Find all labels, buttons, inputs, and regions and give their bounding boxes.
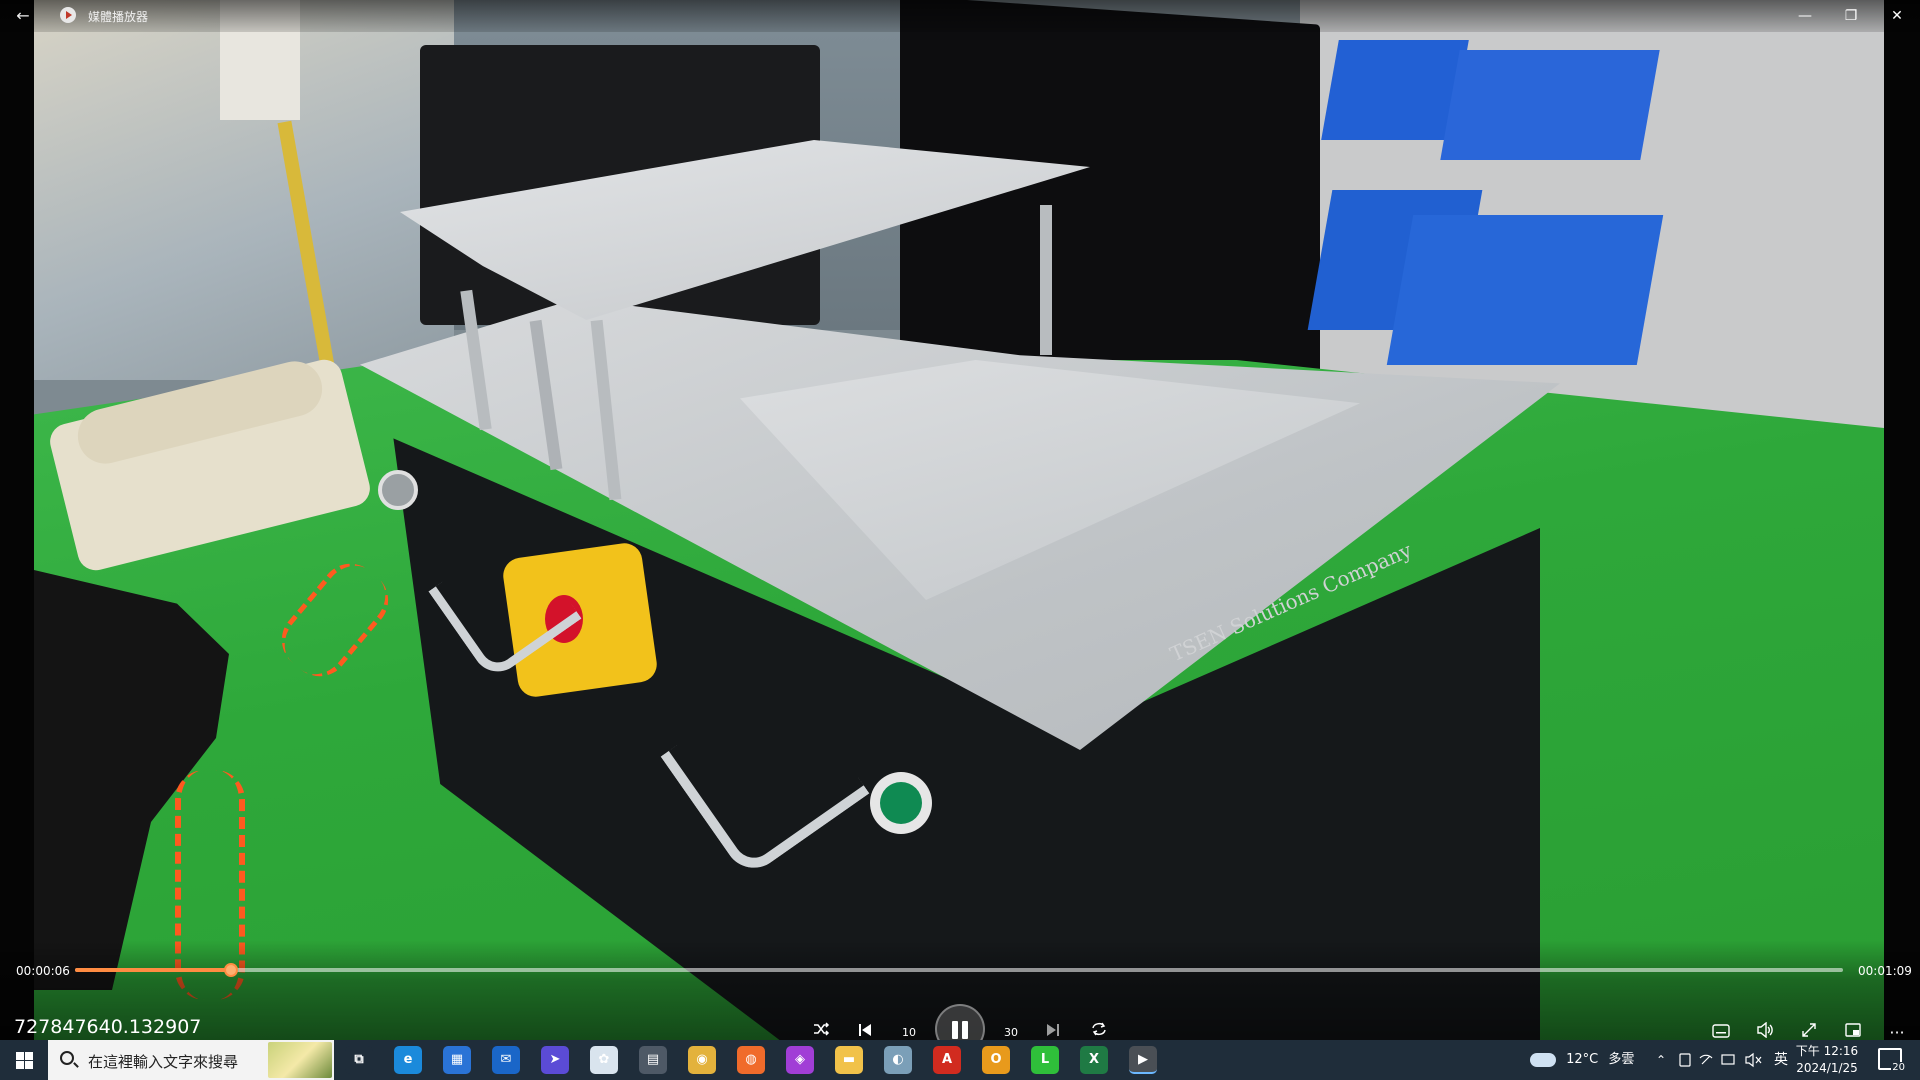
line-icon[interactable]: L xyxy=(1031,1046,1059,1074)
seek-bar-thumb[interactable] xyxy=(223,963,238,977)
store-icon[interactable]: ▦ xyxy=(443,1046,471,1074)
windows-logo-icon-part xyxy=(16,1061,24,1069)
green-start-button xyxy=(880,782,922,824)
file-explorer-icon[interactable]: ▬ xyxy=(835,1046,863,1074)
acrobat-icon[interactable]: A xyxy=(933,1046,961,1074)
windows-logo-icon xyxy=(16,1052,24,1060)
edge-icon[interactable]: e xyxy=(394,1046,422,1074)
tray-icons xyxy=(1678,1040,1768,1080)
weather-widget[interactable]: 12°C 多雲 xyxy=(1530,1040,1634,1080)
excel-icon[interactable]: X xyxy=(1080,1046,1108,1074)
back-button[interactable]: ← xyxy=(10,5,36,27)
guide-post xyxy=(1040,205,1052,355)
taskbar-search-box[interactable]: 在這裡輸入文字來搜尋 xyxy=(48,1040,334,1080)
blue-bin-2 xyxy=(1440,50,1660,160)
firefox-icon[interactable]: ◍ xyxy=(737,1046,765,1074)
mail-icon[interactable]: ✉ xyxy=(492,1046,520,1074)
total-duration: 00:01:09 xyxy=(1858,964,1912,978)
clock-date: 2024/1/25 xyxy=(1796,1061,1858,1075)
clock-time: 下午 12:16 xyxy=(1795,1044,1859,1058)
show-hidden-icons[interactable]: ⌃ xyxy=(1656,1040,1666,1080)
pause-icon-bar xyxy=(962,1021,968,1039)
search-icon xyxy=(60,1051,74,1065)
cloud-icon xyxy=(1530,1052,1556,1067)
search-highlight-image xyxy=(268,1042,332,1078)
start-button[interactable] xyxy=(0,1040,48,1080)
media-player-app-icon xyxy=(60,7,76,23)
blue-bin-4 xyxy=(1386,215,1664,365)
weather-temperature: 12°C xyxy=(1566,1052,1599,1067)
app-bird-icon[interactable]: ✿ xyxy=(590,1046,618,1074)
search-placeholder: 在這裡輸入文字來搜尋 xyxy=(88,1053,239,1071)
player-controls: 00:00:06 00:01:09 727847640.132907 10 30 xyxy=(0,940,1920,1054)
elapsed-time: 00:00:06 xyxy=(16,964,70,978)
overlay-number: 727847640.132907 xyxy=(14,1016,202,1038)
window-title: 媒體播放器 xyxy=(88,10,149,24)
windows-logo-icon-part xyxy=(25,1052,33,1060)
app-globe-icon[interactable]: ◐ xyxy=(884,1046,912,1074)
windows-taskbar: 在這裡輸入文字來搜尋 ⧉ e ▦ ✉ ➤ ✿ ▤ ◉ ◍ ◈ ▬ ◐ A O L X ▶ 12°C 多雲 ⌃ 英… xyxy=(0,1040,1920,1080)
minimize-button[interactable]: — xyxy=(1782,2,1828,30)
weather-description: 多雲 xyxy=(1608,1052,1635,1067)
side-button xyxy=(378,470,418,510)
app-purple-icon[interactable]: ◈ xyxy=(786,1046,814,1074)
forward-label: 30 xyxy=(1004,1026,1018,1039)
rewind-label: 10 xyxy=(902,1026,916,1039)
ime-indicator[interactable]: 英 xyxy=(1774,1040,1788,1080)
video-frame[interactable]: TSEN Solutions Company xyxy=(0,0,1920,1040)
outlook-icon[interactable]: O xyxy=(982,1046,1010,1074)
taskbar-clock[interactable]: 下午 12:16 2024/1/25 xyxy=(1788,1043,1866,1077)
notification-count: 20 xyxy=(1891,1062,1906,1074)
task-view-icon[interactable]: ⧉ xyxy=(345,1046,373,1074)
notification-center-button[interactable]: 20 xyxy=(1878,1048,1906,1074)
seek-bar-progress xyxy=(75,968,231,972)
chrome-icon[interactable]: ◉ xyxy=(688,1046,716,1074)
letterbox-right xyxy=(1884,0,1920,1040)
letterbox-left xyxy=(0,0,34,1040)
calculator-icon[interactable]: ▤ xyxy=(639,1046,667,1074)
pause-icon xyxy=(952,1021,958,1039)
media-player-window: TSEN Solutions Company ← 媒體播放器 — ❐ ✕ 00:… xyxy=(0,0,1920,1080)
close-button[interactable]: ✕ xyxy=(1874,2,1920,30)
restore-button[interactable]: ❐ xyxy=(1828,2,1874,30)
title-bar: ← 媒體播放器 — ❐ ✕ xyxy=(0,0,1920,32)
seek-bar[interactable] xyxy=(75,963,1843,977)
app-arrow-icon[interactable]: ➤ xyxy=(541,1046,569,1074)
windows-logo-icon-part xyxy=(25,1061,33,1069)
media-player-icon[interactable]: ▶ xyxy=(1129,1046,1157,1074)
